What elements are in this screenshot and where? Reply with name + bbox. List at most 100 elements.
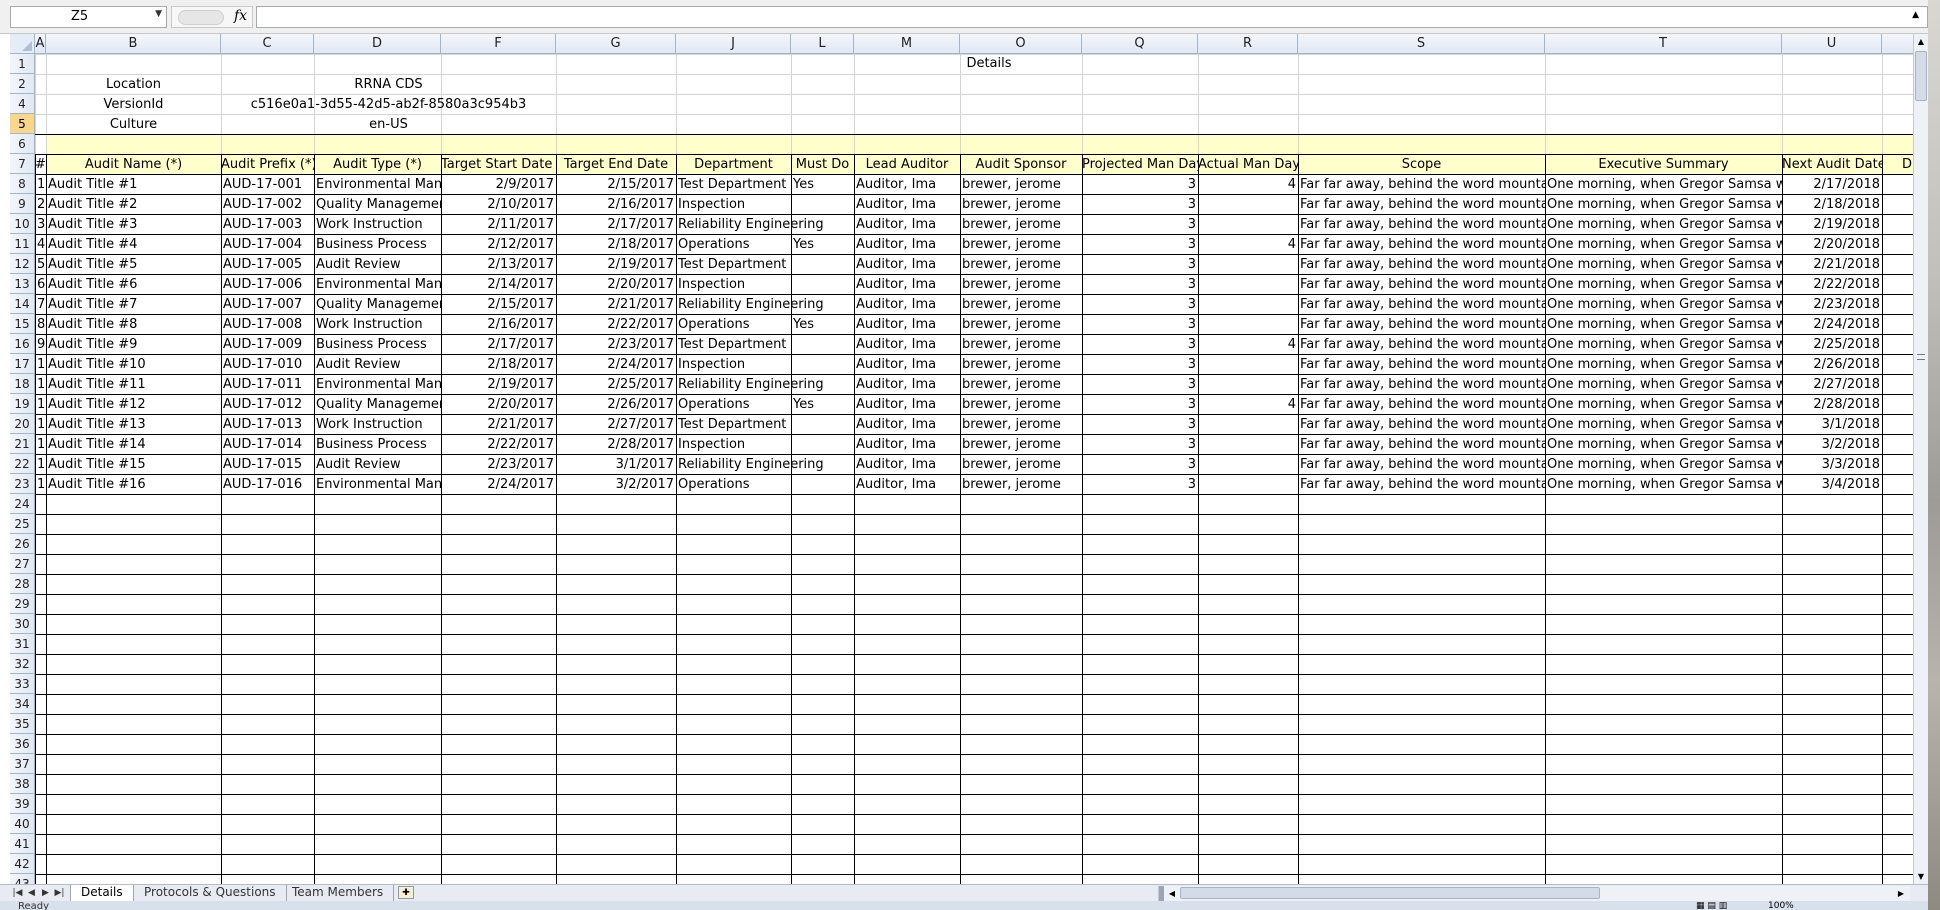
table-cell[interactable]: Yes: [791, 315, 854, 334]
insert-sheet-icon[interactable]: ✚: [398, 886, 414, 899]
row-header-20[interactable]: 20: [10, 414, 35, 434]
table-cell[interactable]: brewer, jerome: [960, 335, 1082, 354]
table-cell[interactable]: 2/24/2017: [441, 475, 556, 494]
table-cell[interactable]: Test Department: [676, 175, 791, 194]
table-cell[interactable]: Operations: [676, 395, 791, 414]
table-cell[interactable]: One morning, when Gregor Samsa wo: [1545, 235, 1782, 254]
table-cell[interactable]: 6: [35, 275, 46, 294]
row-header-11[interactable]: 11: [10, 234, 35, 254]
table-cell[interactable]: 3/4/2018: [1782, 475, 1882, 494]
table-cell[interactable]: 2/17/2018: [1782, 175, 1882, 194]
table-cell[interactable]: Far far away, behind the word mountains: [1298, 415, 1545, 434]
table-header-cell[interactable]: Actual Man Days: [1198, 155, 1298, 174]
table-cell[interactable]: 2/24/2017: [556, 355, 676, 374]
table-cell[interactable]: Business Process: [314, 435, 441, 454]
table-cell[interactable]: 2/19/2017: [556, 255, 676, 274]
table-cell[interactable]: Auditor, Ima: [854, 315, 960, 334]
table-cell[interactable]: brewer, jerome: [960, 315, 1082, 334]
table-cell[interactable]: Audit Title #4: [46, 235, 221, 254]
column-header-c[interactable]: C: [221, 34, 314, 54]
row-header-30[interactable]: 30: [10, 614, 35, 634]
table-cell[interactable]: brewer, jerome: [960, 375, 1082, 394]
row-header-4[interactable]: 4: [10, 94, 35, 114]
table-cell[interactable]: brewer, jerome: [960, 275, 1082, 294]
row-header-8[interactable]: 8: [10, 174, 35, 194]
table-cell[interactable]: One morning, when Gregor Samsa wo: [1545, 355, 1782, 374]
table-cell[interactable]: Environmental Mana: [314, 175, 441, 194]
table-cell[interactable]: Reliability Engineering: [676, 215, 854, 234]
table-cell[interactable]: Far far away, behind the word mountains: [1298, 395, 1545, 414]
row-header-26[interactable]: 26: [10, 534, 35, 554]
row-header-43[interactable]: 43: [10, 874, 35, 884]
table-cell[interactable]: Auditor, Ima: [854, 235, 960, 254]
table-cell[interactable]: Far far away, behind the word mountains: [1298, 335, 1545, 354]
table-cell[interactable]: 3: [1082, 215, 1198, 234]
table-cell[interactable]: brewer, jerome: [960, 215, 1082, 234]
table-cell[interactable]: 3/2/2018: [1782, 435, 1882, 454]
table-cell[interactable]: Far far away, behind the word mountains: [1298, 175, 1545, 194]
table-cell[interactable]: 5: [35, 255, 46, 274]
table-cell[interactable]: Audit Title #13: [46, 415, 221, 434]
table-cell[interactable]: Environmental Mana: [314, 275, 441, 294]
table-cell[interactable]: AUD-17-008: [221, 315, 314, 334]
table-cell[interactable]: 7: [35, 295, 46, 314]
row-header-38[interactable]: 38: [10, 774, 35, 794]
table-cell[interactable]: Audit Title #9: [46, 335, 221, 354]
fx-icon[interactable]: fx: [234, 8, 247, 24]
table-cell[interactable]: 3: [1082, 395, 1198, 414]
table-cell[interactable]: Far far away, behind the word mountains: [1298, 195, 1545, 214]
table-cell[interactable]: One morning, when Gregor Samsa wo: [1545, 315, 1782, 334]
table-cell[interactable]: 3: [1082, 415, 1198, 434]
table-cell[interactable]: Yes: [791, 175, 854, 194]
scroll-left-icon[interactable]: ◀: [1167, 886, 1177, 901]
table-cell[interactable]: 2/19/2018: [1782, 215, 1882, 234]
table-cell[interactable]: brewer, jerome: [960, 295, 1082, 314]
table-cell[interactable]: 2/21/2017: [441, 415, 556, 434]
table-cell[interactable]: One morning, when Gregor Samsa wo: [1545, 195, 1782, 214]
table-cell[interactable]: Work Instruction: [314, 315, 441, 334]
column-header-l[interactable]: L: [791, 34, 854, 54]
table-cell[interactable]: Auditor, Ima: [854, 355, 960, 374]
row-header-12[interactable]: 12: [10, 254, 35, 274]
meta-value-culture[interactable]: en-US: [221, 115, 556, 134]
column-header-t[interactable]: T: [1545, 34, 1782, 54]
table-cell[interactable]: 2/9/2017: [441, 175, 556, 194]
row-header-25[interactable]: 25: [10, 514, 35, 534]
table-cell[interactable]: 2/12/2017: [441, 235, 556, 254]
table-cell[interactable]: Audit Title #2: [46, 195, 221, 214]
row-header-32[interactable]: 32: [10, 654, 35, 674]
table-cell[interactable]: 16: [35, 475, 46, 494]
table-header-cell[interactable]: Next Audit Date: [1782, 155, 1882, 174]
column-header-a[interactable]: A: [35, 34, 46, 54]
table-cell[interactable]: 2: [35, 195, 46, 214]
table-cell[interactable]: One morning, when Gregor Samsa wo: [1545, 395, 1782, 414]
table-cell[interactable]: AUD-17-012: [221, 395, 314, 414]
table-header-cell[interactable]: Audit Name (*): [46, 155, 221, 174]
table-cell[interactable]: Auditor, Ima: [854, 195, 960, 214]
table-cell[interactable]: 3: [1082, 375, 1198, 394]
table-cell[interactable]: 2/24/2018: [1782, 315, 1882, 334]
row-header-33[interactable]: 33: [10, 674, 35, 694]
table-header-cell[interactable]: Executive Summary: [1545, 155, 1782, 174]
table-cell[interactable]: Business Process: [314, 335, 441, 354]
table-cell[interactable]: brewer, jerome: [960, 355, 1082, 374]
table-header-cell[interactable]: Must Do: [791, 155, 854, 174]
table-cell[interactable]: 2/28/2017: [556, 435, 676, 454]
table-cell[interactable]: 4: [35, 235, 46, 254]
table-cell[interactable]: AUD-17-007: [221, 295, 314, 314]
column-header-g[interactable]: G: [556, 34, 676, 54]
table-header-cell[interactable]: Department: [676, 155, 791, 174]
table-cell[interactable]: 2/14/2017: [441, 275, 556, 294]
row-header-41[interactable]: 41: [10, 834, 35, 854]
table-cell[interactable]: Reliability Engineering: [676, 375, 854, 394]
table-cell[interactable]: 2/20/2017: [556, 275, 676, 294]
row-header-15[interactable]: 15: [10, 314, 35, 334]
table-cell[interactable]: AUD-17-001: [221, 175, 314, 194]
table-cell[interactable]: Far far away, behind the word mountains: [1298, 455, 1545, 474]
row-header-24[interactable]: 24: [10, 494, 35, 514]
table-cell[interactable]: Inspection: [676, 355, 791, 374]
row-header-22[interactable]: 22: [10, 454, 35, 474]
table-header-cell[interactable]: Projected Man Days: [1082, 155, 1198, 174]
table-cell[interactable]: 2/26/2017: [556, 395, 676, 414]
row-header-2[interactable]: 2: [10, 74, 35, 94]
